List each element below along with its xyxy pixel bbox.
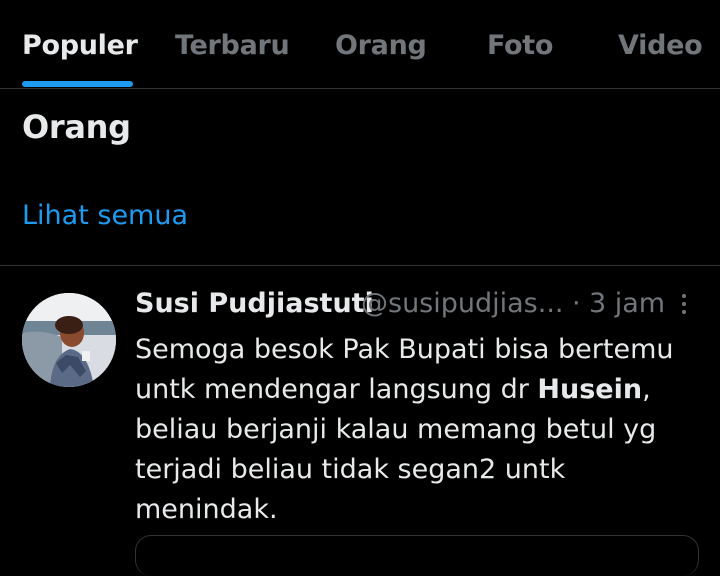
- avatar[interactable]: [22, 293, 116, 387]
- author-name[interactable]: Susi Pudjiastuti: [135, 288, 374, 319]
- tweet-line: untk mendengar langsung dr Husein,: [135, 374, 651, 405]
- bold-mention: Husein: [537, 374, 643, 405]
- tab-video[interactable]: Video: [618, 30, 703, 61]
- people-section-title: Orang: [22, 108, 131, 146]
- tab-foto[interactable]: Foto: [487, 30, 553, 61]
- see-all-link[interactable]: Lihat semua: [22, 200, 188, 231]
- tab-orang[interactable]: Orang: [335, 30, 427, 61]
- tweet-line: menindak.: [135, 494, 278, 525]
- active-tab-indicator: [22, 81, 133, 87]
- tweet-timestamp[interactable]: 3 jam: [589, 288, 665, 319]
- section-divider: [0, 265, 720, 266]
- tweet-text: Semoga besok Pak Bupati bisa bertemu unt…: [135, 330, 705, 530]
- tweet-line: beliau berjanji kalau memang betul yg: [135, 414, 657, 445]
- profile-photo: [22, 293, 116, 387]
- tweet-line: Semoga besok Pak Bupati bisa bertemu: [135, 334, 674, 365]
- separator-dot: ·: [572, 288, 581, 319]
- media-card[interactable]: [135, 535, 699, 576]
- tweet-header: Susi Pudjiastuti @susipudjias... · 3 jam: [135, 288, 695, 326]
- tweet-line: terjadi beliau tidak segan2 untk: [135, 454, 566, 485]
- tab-populer[interactable]: Populer: [22, 30, 138, 61]
- author-handle[interactable]: @susipudjias...: [361, 288, 564, 319]
- more-vertical-icon[interactable]: [680, 294, 688, 316]
- tab-terbaru[interactable]: Terbaru: [175, 30, 290, 61]
- search-tabs: Populer Terbaru Orang Foto Video: [0, 0, 720, 89]
